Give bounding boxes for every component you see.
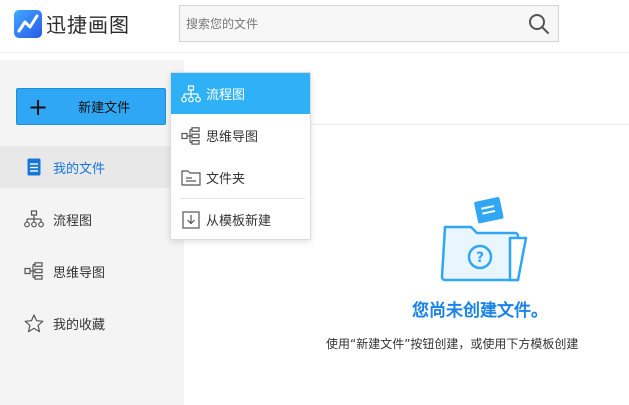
search-icon[interactable] [528,13,550,35]
sidebar-item-label: 我的文件 [53,161,106,177]
header-divider [0,52,629,53]
sidebar-item-my-files[interactable]: 我的文件 [0,146,184,188]
new-file-dropdown-menu: 流程图 思维导图 文件夹 从模板新建 [170,72,311,240]
mindmap-icon [181,126,201,146]
menu-item-label: 从模板新建 [206,214,272,229]
menu-item-from-template[interactable]: 从模板新建 [171,199,310,240]
folder-icon [181,168,201,188]
top-bar: 迅捷画图 [0,0,629,52]
svg-text:?: ? [476,250,484,266]
search-box [179,5,559,42]
empty-state-description: 使用“新建文件”按钮创建，或使用下方模板创建 [326,337,579,351]
sidebar-item-label: 流程图 [53,213,93,229]
new-file-label: 新建文件 [78,101,131,116]
sidebar-item-label: 思维导图 [53,265,106,281]
menu-item-flowchart[interactable]: 流程图 [171,73,310,114]
sidebar-item-label: 我的收藏 [53,317,106,333]
menu-item-label: 流程图 [206,88,246,103]
new-file-button[interactable]: + 新建文件 [16,88,166,125]
search-input[interactable] [180,6,520,41]
flowchart-icon [181,84,201,104]
app-logo-icon [14,9,42,38]
template-import-icon [181,210,201,230]
sidebar-item-flowchart[interactable]: 流程图 [0,198,184,240]
document-icon [24,157,44,177]
flowchart-icon [24,209,44,229]
menu-item-label: 思维导图 [206,130,259,145]
empty-folder-icon: ? [440,193,532,285]
sidebar-item-favorites[interactable]: 我的收藏 [0,302,184,344]
mindmap-icon [24,261,44,281]
menu-item-folder[interactable]: 文件夹 [171,157,310,198]
menu-item-label: 文件夹 [206,172,246,187]
empty-state-title: 您尚未创建文件。 [412,301,548,321]
app-name: 迅捷画图 [46,13,130,37]
menu-item-mindmap[interactable]: 思维导图 [171,115,310,156]
sidebar-item-mindmap[interactable]: 思维导图 [0,250,184,292]
plus-icon: + [28,92,49,121]
star-icon [24,313,44,333]
app-logo[interactable]: 迅捷画图 [14,9,130,38]
